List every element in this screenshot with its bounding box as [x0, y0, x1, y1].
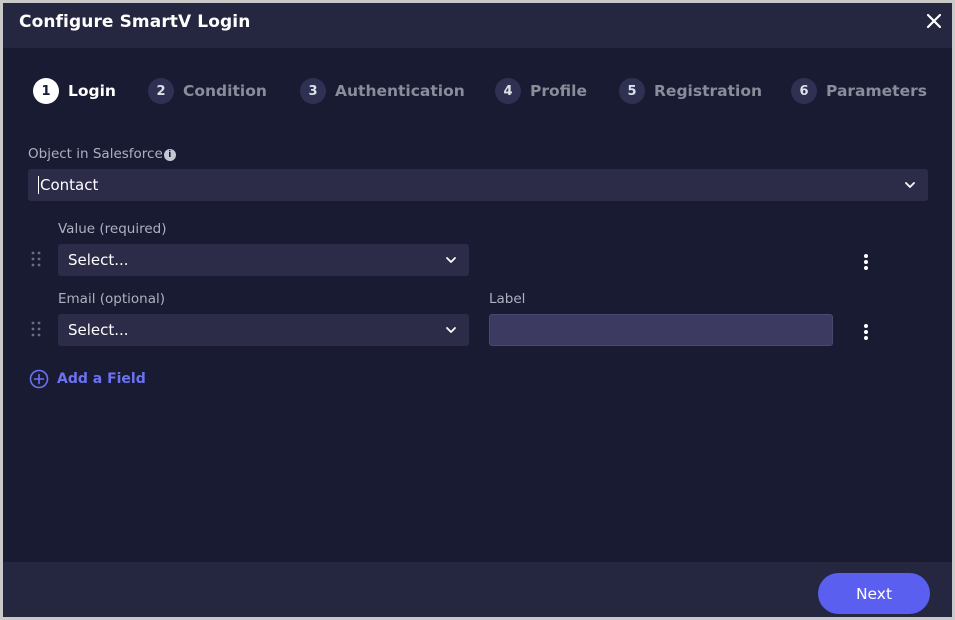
chevron-down-icon: [446, 327, 456, 333]
object-select[interactable]: Contact: [28, 169, 928, 201]
object-select-value: Contact: [40, 176, 99, 194]
plus-circle-icon: [29, 369, 49, 389]
step-label: Login: [68, 82, 116, 100]
step-label: Profile: [530, 82, 587, 100]
drag-handle-icon[interactable]: [30, 250, 42, 268]
email-label-field-label: Label: [489, 291, 526, 307]
step-label: Condition: [183, 82, 267, 100]
info-icon[interactable]: i: [163, 149, 176, 161]
object-label-row: Object in Salesforce i: [28, 146, 176, 162]
text-cursor: [38, 176, 39, 194]
kebab-menu-icon[interactable]: [861, 322, 871, 342]
kebab-menu-icon[interactable]: [861, 252, 871, 272]
add-field-button[interactable]: Add a Field: [29, 369, 146, 389]
add-field-label: Add a Field: [57, 371, 146, 387]
step-registration[interactable]: 5 Registration: [619, 76, 762, 106]
email-field-select-value: Select...: [68, 321, 129, 339]
step-number: 2: [148, 78, 174, 104]
step-label: Registration: [654, 82, 763, 100]
step-number: 6: [791, 78, 817, 104]
step-number: 4: [495, 78, 521, 104]
drag-handle-icon[interactable]: [30, 320, 42, 338]
close-icon: [926, 13, 942, 29]
step-parameters[interactable]: 6 Parameters: [791, 76, 927, 106]
step-condition[interactable]: 2 Condition: [148, 76, 267, 106]
email-field-select[interactable]: Select...: [58, 314, 469, 346]
value-field-label: Value (required): [58, 221, 167, 237]
step-label: Authentication: [335, 82, 465, 100]
dialog-title: Configure SmartV Login: [19, 12, 251, 32]
configure-dialog: Configure SmartV Login 1 Login 2 Conditi…: [3, 3, 952, 617]
step-login[interactable]: 1 Login: [33, 76, 116, 106]
dialog-footer: Next: [3, 562, 952, 617]
dialog-header: Configure SmartV Login: [3, 3, 952, 48]
close-button[interactable]: [923, 10, 945, 32]
object-label: Object in Salesforce: [28, 146, 163, 162]
step-label: Parameters: [826, 82, 927, 100]
step-number: 5: [619, 78, 645, 104]
wizard-steps: 1 Login 2 Condition 3 Authentication 4 P…: [3, 76, 952, 106]
value-field-select-value: Select...: [68, 251, 129, 269]
value-field-select[interactable]: Select...: [58, 244, 469, 276]
email-label-input[interactable]: [489, 314, 833, 346]
object-select-value-wrap: Contact: [38, 169, 98, 201]
step-authentication[interactable]: 3 Authentication: [300, 76, 465, 106]
step-number: 3: [300, 78, 326, 104]
chevron-down-icon: [446, 257, 456, 263]
next-button[interactable]: Next: [818, 573, 930, 614]
step-number: 1: [33, 78, 59, 104]
step-profile[interactable]: 4 Profile: [495, 76, 587, 106]
email-field-label: Email (optional): [58, 291, 165, 307]
chevron-down-icon: [905, 182, 915, 188]
